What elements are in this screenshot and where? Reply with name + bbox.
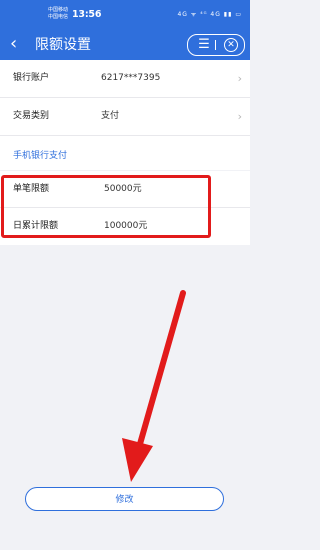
annotation-arrow [122,290,186,482]
arrow-head [122,438,153,482]
arrow-shaft [133,290,186,461]
